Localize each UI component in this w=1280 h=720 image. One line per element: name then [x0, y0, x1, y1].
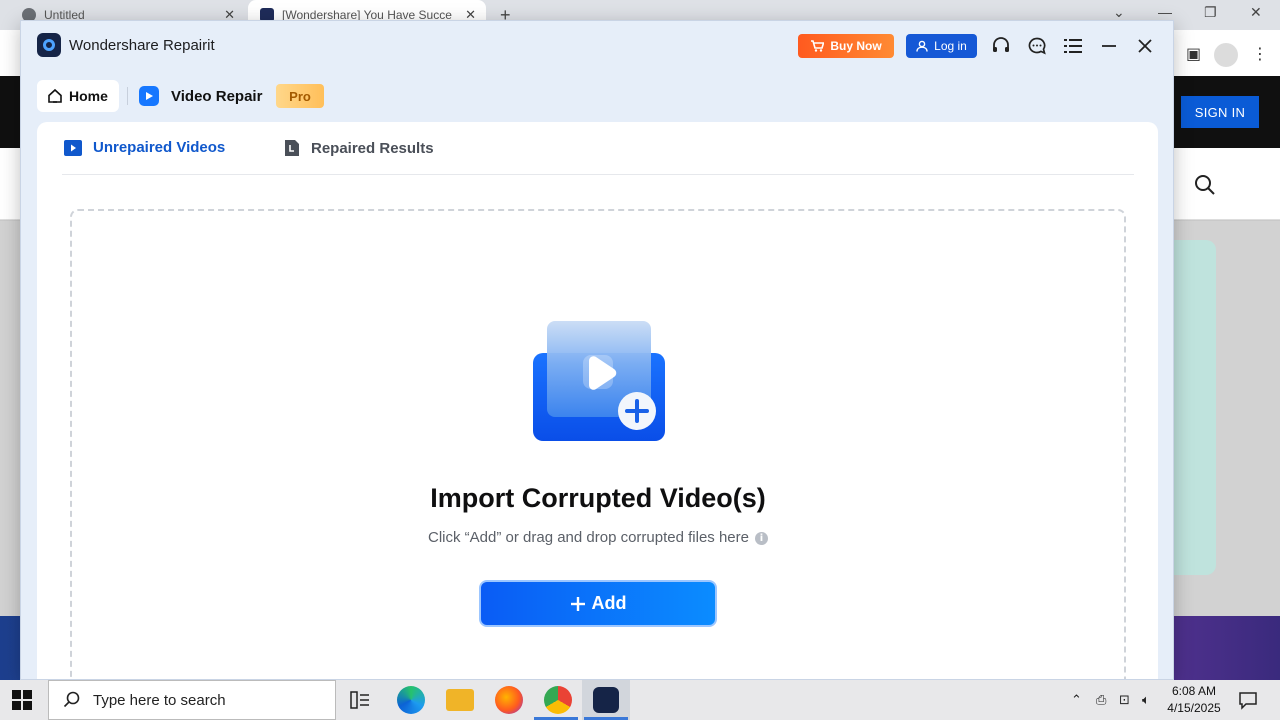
cart-icon — [811, 40, 825, 52]
chrome-icon[interactable] — [544, 686, 572, 714]
video-repair-icon — [139, 86, 159, 106]
tab-search-chevron-icon[interactable]: ⌄ — [1113, 4, 1125, 21]
login-button[interactable]: Log in — [906, 34, 977, 58]
repairit-taskbar-icon[interactable] — [593, 687, 619, 713]
main-panel: Unrepaired Videos Repaired Results Impor… — [37, 122, 1158, 679]
plus-icon — [570, 596, 585, 611]
close-icon[interactable] — [1134, 35, 1156, 57]
file-explorer-icon[interactable] — [446, 689, 474, 711]
firefox-icon[interactable] — [495, 686, 523, 714]
add-label: Add — [591, 593, 627, 613]
tab-repaired-results[interactable]: Repaired Results — [284, 139, 434, 157]
volume-icon[interactable]: 🔈︎ — [1142, 692, 1150, 708]
windows-taskbar: Type here to search ⌃ ⎙ ⊡ 🔈︎ 6:08 AM 4/1… — [0, 680, 1280, 720]
home-button[interactable]: Home — [37, 80, 119, 112]
search-icon — [63, 691, 80, 708]
browser-minimize-icon[interactable]: — — [1158, 4, 1172, 20]
app-title: Wondershare Repairit — [69, 37, 215, 54]
minimize-icon[interactable] — [1098, 35, 1120, 57]
support-headset-icon[interactable] — [990, 35, 1012, 57]
windows-start-icon[interactable] — [12, 690, 32, 710]
section-title: Video Repair — [171, 88, 263, 105]
edge-icon[interactable] — [397, 686, 425, 714]
site-signin-button[interactable]: SIGN IN — [1181, 96, 1259, 128]
repair-tabs: Unrepaired Videos Repaired Results — [62, 122, 1134, 175]
import-subtitle: Click “Add” or drag and drop corrupted f… — [428, 529, 749, 546]
search-placeholder: Type here to search — [93, 691, 226, 709]
tray-device-icon[interactable]: ⎙ — [1096, 692, 1106, 708]
import-video-icon — [533, 321, 665, 441]
network-icon[interactable]: ⊡ — [1119, 692, 1130, 708]
profile-avatar[interactable] — [1214, 43, 1238, 67]
file-drop-zone[interactable]: Import Corrupted Video(s) Click “Add” or… — [70, 209, 1126, 679]
import-title: Import Corrupted Video(s) — [430, 483, 766, 513]
tray-chevron-icon[interactable]: ⌃ — [1071, 692, 1082, 708]
clock-time: 6:08 AM — [1171, 684, 1217, 698]
document-icon — [285, 140, 299, 156]
tab-label: Repaired Results — [311, 139, 434, 157]
sidebar-icon[interactable]: ▣ — [1186, 44, 1201, 64]
repairit-logo-icon — [37, 33, 61, 57]
menu-icon[interactable] — [1062, 35, 1084, 57]
home-icon — [48, 88, 62, 103]
home-label: Home — [69, 88, 108, 104]
repairit-window: Wondershare Repairit Buy Now Log in Home… — [20, 20, 1174, 680]
notifications-icon[interactable] — [1238, 690, 1258, 710]
app-nav-row: Home Video Repair Pro — [21, 79, 1173, 113]
browser-close-icon[interactable]: ✕ — [1250, 4, 1262, 21]
info-icon[interactable]: i — [755, 532, 768, 545]
video-tab-icon — [64, 139, 82, 156]
pro-badge: Pro — [276, 84, 324, 108]
nav-divider — [127, 87, 128, 105]
more-menu-icon[interactable]: ⋮ — [1252, 44, 1268, 64]
buy-now-button[interactable]: Buy Now — [798, 34, 894, 58]
user-icon — [916, 40, 928, 52]
buy-now-label: Buy Now — [830, 39, 882, 53]
taskbar-clock[interactable]: 6:08 AM 4/15/2025 — [1166, 683, 1222, 717]
browser-maximize-icon[interactable]: ❐ — [1204, 4, 1217, 21]
clock-date: 4/15/2025 — [1167, 701, 1221, 715]
feedback-chat-icon[interactable] — [1026, 35, 1048, 57]
import-subtitle-row: Click “Add” or drag and drop corrupted f… — [72, 529, 1124, 546]
login-label: Log in — [934, 39, 967, 53]
add-files-button[interactable]: Add — [479, 580, 717, 627]
taskbar-search-box[interactable]: Type here to search — [48, 680, 336, 720]
task-view-icon[interactable] — [350, 691, 370, 709]
site-search-icon[interactable] — [1194, 174, 1216, 196]
app-titlebar: Wondershare Repairit Buy Now Log in — [21, 21, 1173, 71]
tab-unrepaired-videos[interactable]: Unrepaired Videos — [64, 139, 225, 156]
tab-label: Unrepaired Videos — [93, 139, 226, 156]
